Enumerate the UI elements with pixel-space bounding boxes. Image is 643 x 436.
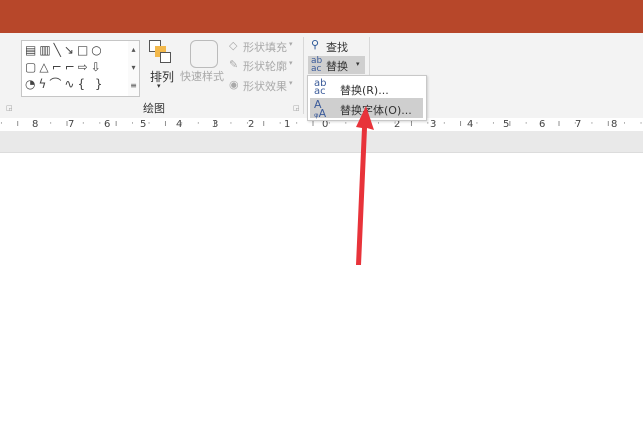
annotation-arrow: [356, 106, 374, 265]
red-arrow-icon: [356, 106, 374, 265]
